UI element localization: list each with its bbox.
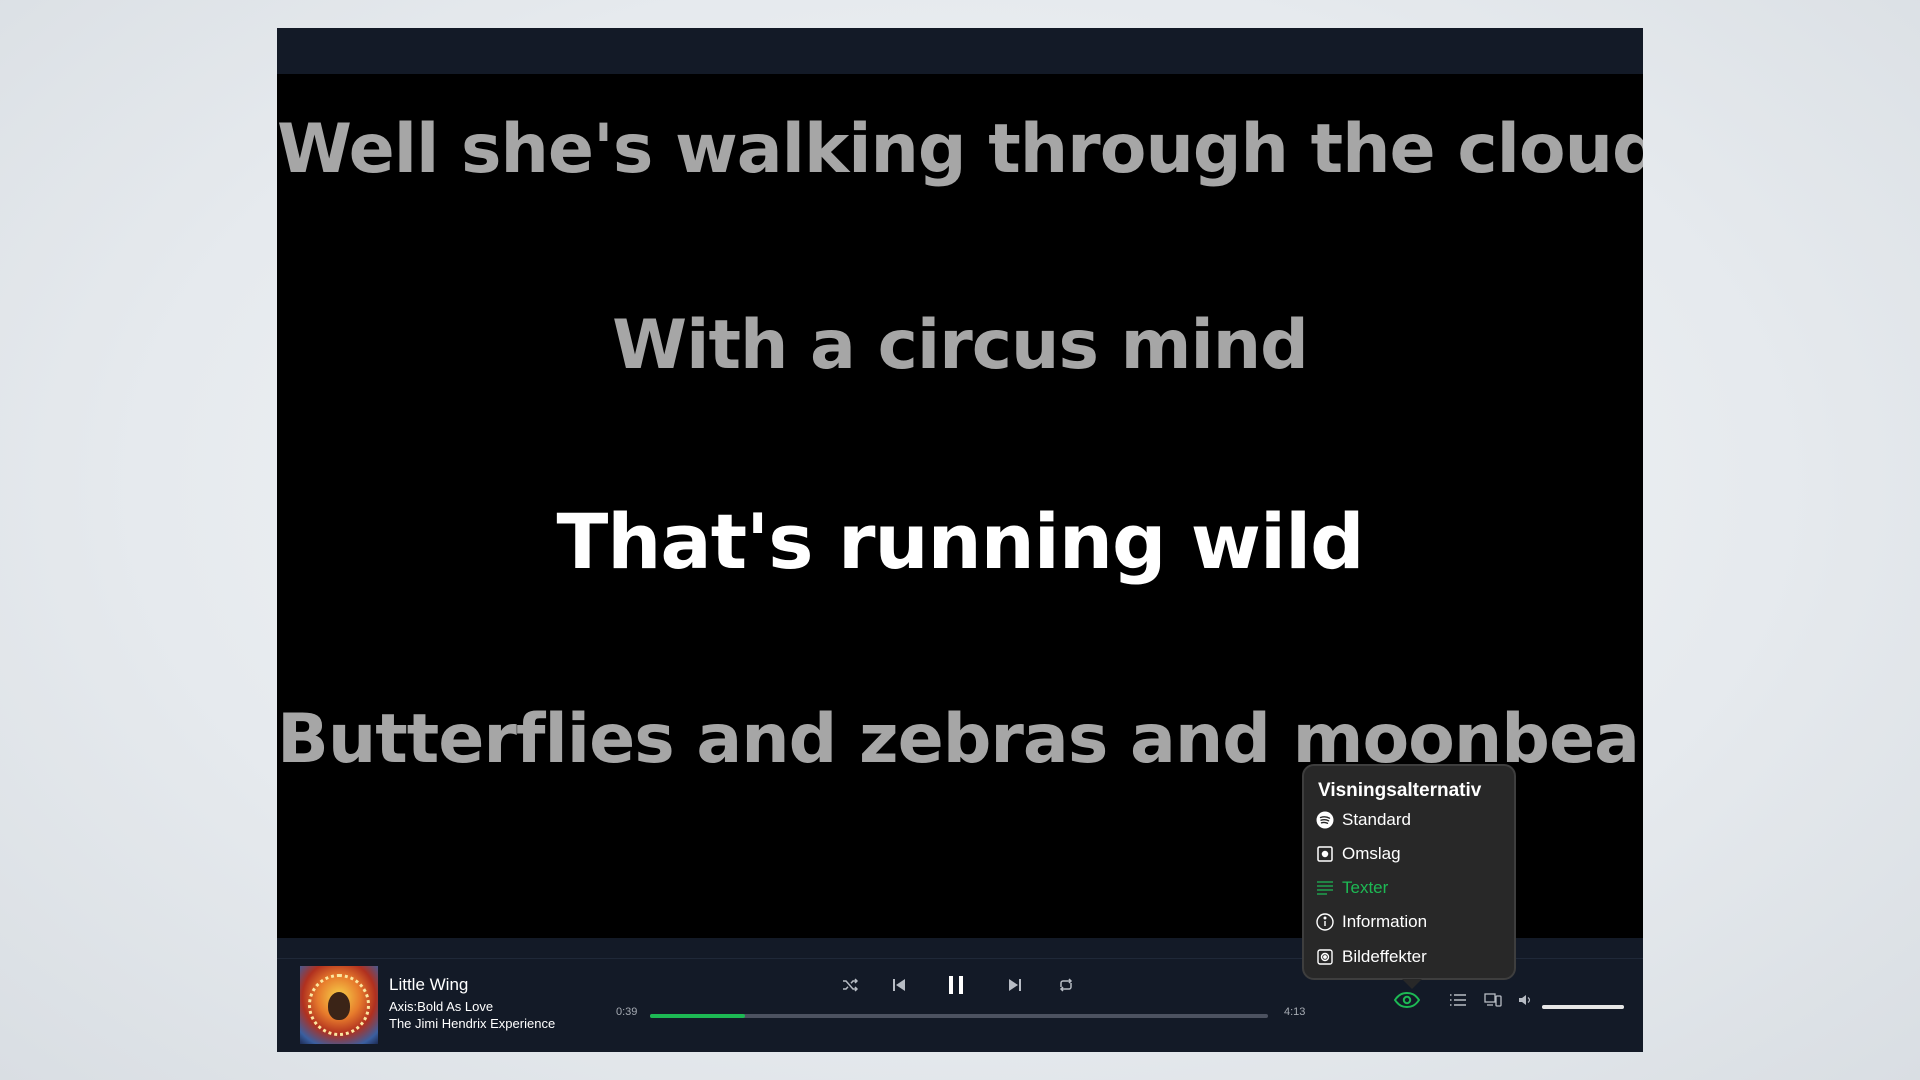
devices-button[interactable] — [1483, 991, 1503, 1009]
menu-item-label: Information — [1342, 912, 1428, 931]
menu-item-label: Bildeffekter — [1342, 947, 1427, 966]
image-effects-icon — [1316, 948, 1334, 966]
progress-fill — [650, 1014, 746, 1018]
progress-bar[interactable] — [650, 1014, 1268, 1018]
view-options-button[interactable] — [1393, 989, 1421, 1011]
devices-icon — [1484, 993, 1502, 1007]
menu-item-information[interactable]: Information — [1316, 912, 1427, 932]
menu-item-label: Omslag — [1342, 844, 1401, 863]
total-time: 4:13 — [1284, 1006, 1306, 1018]
speaker-icon — [1519, 995, 1531, 1005]
volume-slider[interactable] — [1542, 1005, 1624, 1009]
skip-forward-icon — [1009, 979, 1021, 991]
album-cover[interactable] — [300, 966, 378, 1044]
lyric-line: With a circus mind — [612, 306, 1309, 385]
menu-title: Visningsalternativ — [1318, 780, 1482, 801]
elapsed-time: 0:39 — [616, 1006, 638, 1018]
menu-item-label: Texter — [1342, 878, 1389, 897]
info-icon — [1316, 913, 1334, 931]
spotify-logo-icon — [1316, 811, 1334, 829]
cover-icon — [1316, 845, 1334, 863]
previous-button[interactable] — [889, 975, 909, 995]
next-button[interactable] — [1005, 975, 1025, 995]
repeat-icon — [1059, 978, 1073, 992]
eye-icon — [1394, 992, 1420, 1008]
view-options-menu: Visningsalternativ Standard Omslag Texte… — [1302, 764, 1516, 989]
volume-fill — [1542, 1005, 1624, 1009]
menu-item-image-effects[interactable]: Bildeffekter — [1316, 947, 1427, 967]
pause-icon — [949, 976, 963, 994]
menu-item-cover[interactable]: Omslag — [1316, 844, 1401, 864]
lyric-line: Well she's walking through the clouds — [277, 110, 1643, 189]
title-bar — [277, 28, 1643, 74]
queue-icon — [1450, 994, 1466, 1006]
shuffle-icon — [843, 978, 858, 992]
repeat-button[interactable] — [1056, 975, 1076, 995]
cover-art-figure — [328, 992, 350, 1020]
menu-item-standard[interactable]: Standard — [1316, 810, 1411, 830]
track-album[interactable]: Axis:Bold As Love — [389, 999, 493, 1014]
shuffle-button[interactable] — [840, 975, 860, 995]
pause-button[interactable] — [944, 973, 968, 997]
menu-item-lyrics[interactable]: Texter — [1316, 878, 1388, 898]
lyric-line-current: That's running wild — [556, 497, 1364, 586]
volume-button[interactable] — [1518, 992, 1534, 1008]
skip-back-icon — [893, 979, 905, 991]
lyrics-icon — [1316, 879, 1334, 897]
queue-button[interactable] — [1449, 991, 1467, 1009]
track-artist[interactable]: The Jimi Hendrix Experience — [389, 1016, 555, 1031]
track-title[interactable]: Little Wing — [389, 975, 468, 995]
menu-item-label: Standard — [1342, 810, 1411, 829]
